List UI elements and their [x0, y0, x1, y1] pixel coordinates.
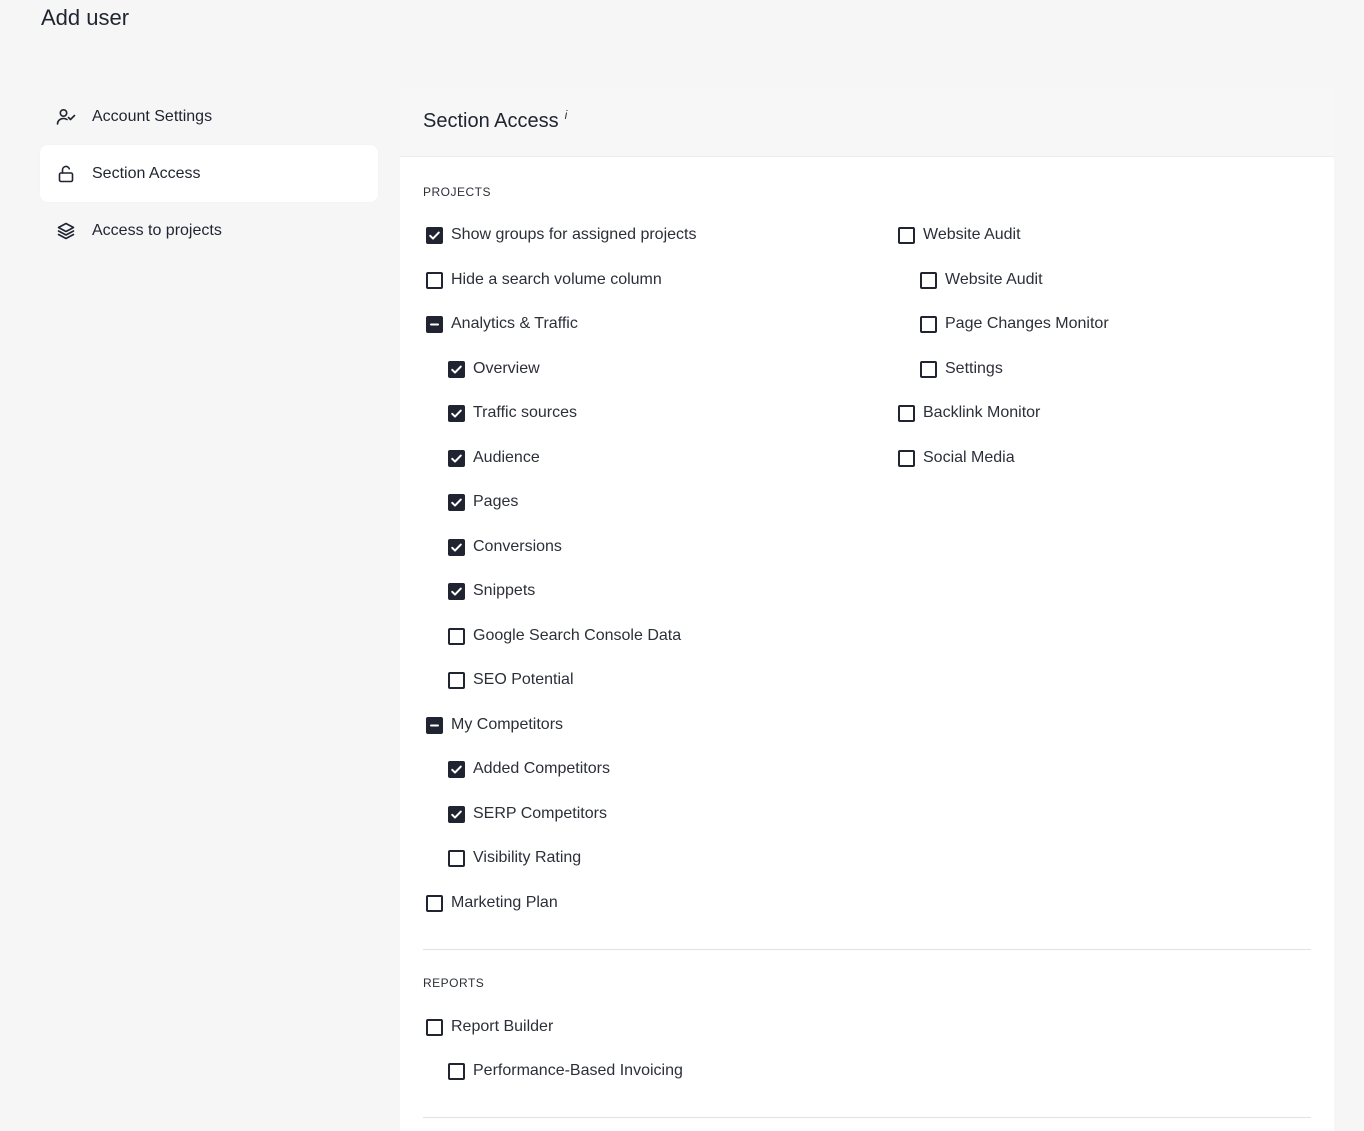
checkbox-label: Audience — [473, 449, 540, 466]
sidebar-item-label: Access to projects — [92, 221, 222, 239]
checkbox-audience[interactable]: Audience — [448, 446, 540, 470]
projects-section-label: PROJECTS — [423, 185, 492, 199]
info-icon[interactable]: i — [565, 108, 568, 122]
checkbox-report-builder[interactable]: Report Builder — [426, 1015, 553, 1039]
checkbox-label: Page Changes Monitor — [945, 315, 1109, 332]
checkbox-checked[interactable] — [448, 538, 465, 556]
checkbox-my-competitors[interactable]: My Competitors — [426, 713, 563, 737]
layers-icon — [56, 221, 76, 241]
checkbox-settings[interactable]: Settings — [920, 357, 1003, 381]
sidebar-item-access-to-projects[interactable]: Access to projects — [40, 202, 378, 259]
checkbox-label: Overview — [473, 360, 540, 377]
checkbox-label: Hide a search volume column — [451, 271, 662, 288]
checkbox-unchecked[interactable] — [920, 315, 937, 333]
checkbox-label: Marketing Plan — [451, 894, 558, 911]
checkbox-pages[interactable]: Pages — [448, 490, 518, 514]
user-check-icon — [56, 107, 76, 127]
checkbox-label: Visibility Rating — [473, 849, 582, 866]
unlock-icon — [56, 164, 76, 184]
checkbox-overview[interactable]: Overview — [448, 357, 540, 381]
sidebar: Account Settings Section Access Access t… — [40, 88, 378, 259]
divider — [423, 1117, 1311, 1118]
checkbox-google-search-console[interactable]: Google Search Console Data — [448, 624, 681, 648]
checkbox-social-media[interactable]: Social Media — [898, 446, 1015, 470]
sidebar-item-section-access[interactable]: Section Access — [40, 145, 378, 202]
checkbox-indeterminate[interactable] — [426, 315, 443, 333]
checkbox-label: My Competitors — [451, 716, 564, 733]
checkbox-label: SEO Potential — [473, 671, 574, 688]
checkbox-unchecked[interactable] — [426, 894, 443, 912]
checkbox-page-changes-monitor[interactable]: Page Changes Monitor — [920, 312, 1109, 336]
panel-header: Section Access i — [400, 87, 1334, 157]
checkbox-unchecked[interactable] — [920, 271, 937, 289]
checkbox-conversions[interactable]: Conversions — [448, 535, 562, 559]
checkbox-serp-competitors[interactable]: SERP Competitors — [448, 802, 607, 826]
checkbox-checked[interactable] — [448, 449, 465, 467]
checkbox-label: Settings — [945, 360, 1003, 377]
checkbox-label: Conversions — [473, 538, 562, 555]
checkbox-label: Performance-Based Invoicing — [473, 1062, 683, 1079]
checkbox-added-competitors[interactable]: Added Competitors — [448, 757, 610, 781]
checkbox-label: Pages — [473, 493, 519, 510]
checkbox-label: Backlink Monitor — [923, 404, 1041, 421]
checkbox-hide-search-volume[interactable]: Hide a search volume column — [426, 268, 662, 292]
checkbox-unchecked[interactable] — [898, 226, 915, 244]
section-access-panel: Section Access i PROJECTS Show groups fo… — [400, 87, 1334, 1131]
checkbox-label: Analytics & Traffic — [451, 315, 578, 332]
checkbox-performance-based-invoicing[interactable]: Performance-Based Invoicing — [448, 1059, 683, 1083]
checkbox-checked[interactable] — [448, 360, 465, 378]
checkbox-label: Added Competitors — [473, 760, 610, 777]
checkbox-seo-potential[interactable]: SEO Potential — [448, 668, 574, 692]
panel-title: Section Access — [423, 110, 559, 132]
checkbox-label: Show groups for assigned projects — [451, 226, 697, 243]
checkbox-indeterminate[interactable] — [426, 716, 443, 734]
checkbox-snippets[interactable]: Snippets — [448, 579, 535, 603]
checkbox-unchecked[interactable] — [448, 627, 465, 645]
checkbox-backlink-monitor[interactable]: Backlink Monitor — [898, 401, 1040, 425]
reports-section-label: REPORTS — [423, 976, 485, 990]
checkbox-visibility-rating[interactable]: Visibility Rating — [448, 846, 581, 870]
checkbox-analytics-traffic[interactable]: Analytics & Traffic — [426, 312, 578, 336]
checkbox-label: Traffic sources — [473, 404, 578, 421]
checkbox-unchecked[interactable] — [426, 1018, 443, 1036]
checkbox-label: SERP Competitors — [473, 805, 607, 822]
divider — [423, 949, 1311, 950]
checkbox-unchecked[interactable] — [898, 404, 915, 422]
checkbox-label: Social Media — [923, 449, 1015, 466]
checkbox-unchecked[interactable] — [448, 671, 465, 689]
page-title: Add user — [41, 5, 130, 30]
sidebar-item-account-settings[interactable]: Account Settings — [40, 88, 378, 145]
sidebar-item-label: Section Access — [92, 164, 201, 182]
checkbox-unchecked[interactable] — [426, 271, 443, 289]
checkbox-unchecked[interactable] — [920, 360, 937, 378]
checkbox-marketing-plan[interactable]: Marketing Plan — [426, 891, 558, 915]
checkbox-checked[interactable] — [448, 582, 465, 600]
checkbox-website-audit-group[interactable]: Website Audit — [898, 223, 1021, 247]
checkbox-unchecked[interactable] — [448, 1062, 465, 1080]
checkbox-checked[interactable] — [426, 226, 443, 244]
checkbox-label: Snippets — [473, 582, 536, 599]
sidebar-item-label: Account Settings — [92, 107, 213, 125]
checkbox-traffic-sources[interactable]: Traffic sources — [448, 401, 577, 425]
checkbox-label: Report Builder — [451, 1018, 554, 1035]
checkbox-checked[interactable] — [448, 493, 465, 511]
checkbox-label: Google Search Console Data — [473, 627, 682, 644]
checkbox-website-audit[interactable]: Website Audit — [920, 268, 1043, 292]
checkbox-label: Website Audit — [923, 226, 1021, 243]
checkbox-checked[interactable] — [448, 760, 465, 778]
checkbox-label: Website Audit — [945, 271, 1043, 288]
checkbox-checked[interactable] — [448, 805, 465, 823]
checkbox-unchecked[interactable] — [448, 849, 465, 867]
checkbox-checked[interactable] — [448, 404, 465, 422]
checkbox-show-groups[interactable]: Show groups for assigned projects — [426, 223, 696, 247]
checkbox-unchecked[interactable] — [898, 449, 915, 467]
